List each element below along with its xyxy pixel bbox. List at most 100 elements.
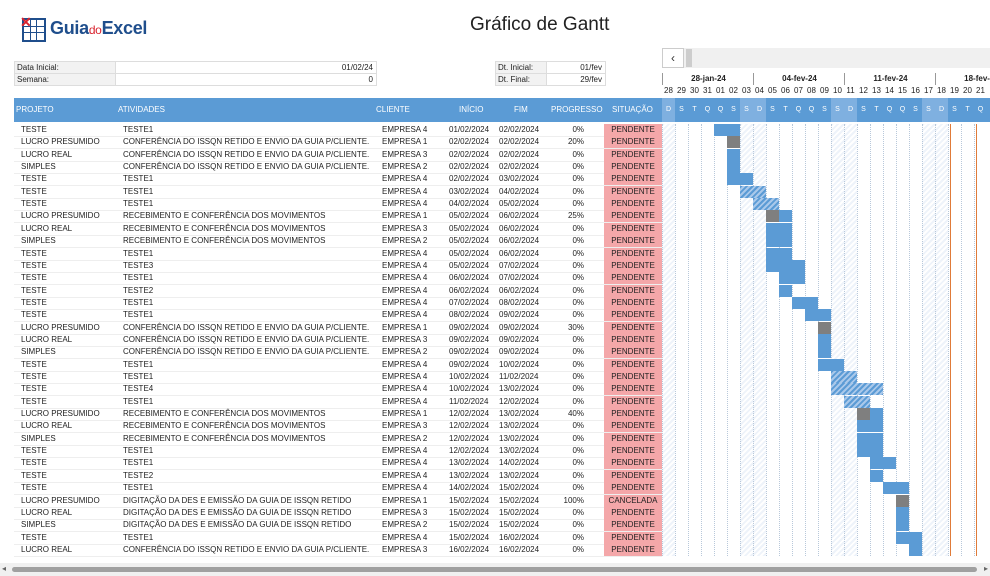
gantt-bar[interactable]: [727, 173, 753, 186]
table-row[interactable]: TESTE TESTE1 EMPRESA 4 07/02/2024 08/02/2024…: [14, 296, 662, 310]
gantt-bar[interactable]: [857, 445, 883, 458]
cell-situacao: PENDENTE: [604, 235, 662, 248]
cell-inicio: 12/02/2024: [449, 421, 490, 431]
gantt-bar[interactable]: [766, 222, 792, 235]
table-row[interactable]: SIMPLES CONFERÊNCIA DO ISSQN RETIDO E ENV…: [14, 161, 662, 175]
table-row[interactable]: TESTE TESTE1 EMPRESA 4 14/02/2024 15/02/2024…: [14, 482, 662, 496]
day-letter: S: [831, 98, 844, 122]
cell-progresso: 0%: [572, 446, 584, 456]
gantt-bar[interactable]: [766, 235, 792, 248]
gantt-bar[interactable]: [740, 185, 766, 198]
cell-projeto: TESTE: [21, 470, 47, 480]
horizontal-scroll-thumb[interactable]: [12, 567, 977, 572]
semana-label: Semana:: [14, 72, 116, 86]
gantt-bar[interactable]: [779, 272, 805, 285]
cell-atividade: RECEBIMENTO E CONFERÊNCIA DOS MOVIMENTOS: [123, 211, 326, 221]
table-row[interactable]: TESTE TESTE1 EMPRESA 4 15/02/2024 16/02/2024…: [14, 531, 662, 545]
cell-progresso: 0%: [572, 470, 584, 480]
table-row[interactable]: SIMPLES RECEBIMENTO E CONFERÊNCIA DOS MOV…: [14, 432, 662, 446]
gantt-bar[interactable]: [818, 333, 831, 346]
cell-projeto: SIMPLES: [21, 236, 56, 246]
table-row[interactable]: LUCRO PRESUMIDO DIGITAÇÃO DA DES E EMISSÃ…: [14, 494, 662, 508]
gantt-bar[interactable]: [727, 161, 740, 174]
cell-cliente: EMPRESA 4: [382, 396, 428, 406]
cell-progresso: 0%: [572, 149, 584, 159]
gantt-bar[interactable]: [753, 198, 779, 211]
gantt-bar[interactable]: [896, 531, 922, 544]
cell-atividade: TESTE4: [123, 384, 154, 394]
gantt-bar[interactable]: [870, 469, 883, 482]
table-row[interactable]: LUCRO PRESUMIDO CONFERÊNCIA DO ISSQN RETI…: [14, 136, 662, 150]
gantt-bar[interactable]: [818, 346, 831, 359]
gantt-bar[interactable]: [896, 519, 909, 532]
gantt-bar[interactable]: [844, 395, 870, 408]
cell-situacao: PENDENTE: [604, 506, 662, 519]
scroll-right-icon[interactable]: ▸: [984, 564, 988, 573]
table-row[interactable]: TESTE TESTE1 EMPRESA 4 11/02/2024 12/02/2024…: [14, 395, 662, 409]
gantt-bar[interactable]: [883, 482, 909, 495]
table-row[interactable]: TESTE TESTE3 EMPRESA 4 05/02/2024 07/02/2024…: [14, 259, 662, 273]
gantt-bar[interactable]: [896, 506, 909, 519]
gridline: [844, 124, 845, 556]
gridline: [662, 124, 663, 556]
table-row[interactable]: LUCRO PRESUMIDO RECEBIMENTO E CONFERÊNCIA…: [14, 210, 662, 224]
table-row[interactable]: LUCRO PRESUMIDO RECEBIMENTO E CONFERÊNCIA…: [14, 408, 662, 422]
table-row[interactable]: TESTE TESTE1 EMPRESA 4 04/02/2024 05/02/2024…: [14, 198, 662, 212]
cell-situacao: PENDENTE: [604, 321, 662, 334]
table-row[interactable]: TESTE TESTE1 EMPRESA 4 10/02/2024 11/02/2024…: [14, 371, 662, 384]
table-row[interactable]: TESTE TESTE1 EMPRESA 4 02/02/2024 03/02/2024…: [14, 173, 662, 187]
table-row[interactable]: TESTE TESTE1 EMPRESA 4 09/02/2024 10/02/2024…: [14, 358, 662, 372]
gantt-bar[interactable]: [857, 420, 883, 433]
table-row[interactable]: TESTE TESTE1 EMPRESA 4 12/02/2024 13/02/2024…: [14, 445, 662, 459]
horizontal-scrollbar[interactable]: ◂ ▸: [0, 563, 990, 576]
table-row[interactable]: TESTE TESTE2 EMPRESA 4 13/02/2024 13/02/2024…: [14, 469, 662, 483]
gantt-bar[interactable]: [818, 358, 844, 371]
table-row[interactable]: TESTE TESTE2 EMPRESA 4 06/02/2024 06/02/2024…: [14, 284, 662, 298]
gantt-bar[interactable]: [831, 371, 857, 383]
table-row[interactable]: SIMPLES DIGITAÇÃO DA DES E EMISSÃO DA GUI…: [14, 519, 662, 533]
gantt-bar[interactable]: [805, 309, 831, 322]
cell-progresso: 0%: [572, 273, 584, 283]
gantt-bar[interactable]: [909, 543, 922, 556]
table-row[interactable]: TESTE TESTE1 EMPRESA 4 01/02/2024 02/02/2024…: [14, 124, 662, 137]
day-number: 28: [664, 86, 673, 95]
table-row[interactable]: TESTE TESTE1 EMPRESA 4 06/02/2024 07/02/2024…: [14, 272, 662, 286]
day-number: 06: [781, 86, 790, 95]
cell-atividade: TESTE1: [123, 372, 154, 381]
table-row[interactable]: SIMPLES CONFERÊNCIA DO ISSQN RETIDO E ENV…: [14, 346, 662, 360]
gantt-bar[interactable]: [831, 383, 883, 396]
table-row[interactable]: TESTE TESTE4 EMPRESA 4 10/02/2024 13/02/2024…: [14, 383, 662, 397]
gantt-bar[interactable]: [766, 259, 805, 272]
timeline-scrollbar[interactable]: ‹: [662, 48, 990, 68]
gantt-bar[interactable]: [727, 148, 740, 161]
table-row[interactable]: LUCRO REAL CONFERÊNCIA DO ISSQN RETIDO E …: [14, 543, 662, 557]
cell-progresso: 0%: [572, 347, 584, 357]
table-row[interactable]: TESTE TESTE1 EMPRESA 4 08/02/2024 09/02/2024…: [14, 309, 662, 323]
table-row[interactable]: SIMPLES RECEBIMENTO E CONFERÊNCIA DOS MOV…: [14, 235, 662, 249]
table-row[interactable]: LUCRO REAL RECEBIMENTO E CONFERÊNCIA DOS …: [14, 222, 662, 236]
table-row[interactable]: LUCRO REAL CONFERÊNCIA DO ISSQN RETIDO E …: [14, 148, 662, 162]
table-row[interactable]: TESTE TESTE1 EMPRESA 4 13/02/2024 14/02/2024…: [14, 457, 662, 471]
table-row[interactable]: LUCRO REAL DIGITAÇÃO DA DES E EMISSÃO DA …: [14, 506, 662, 520]
cell-fim: 15/02/2024: [499, 520, 540, 530]
scroll-left-icon[interactable]: ◂: [2, 564, 6, 573]
cell-fim: 08/02/2024: [499, 297, 540, 307]
gantt-bar[interactable]: [779, 284, 792, 297]
day-number: 10: [833, 86, 842, 95]
chevron-left-icon[interactable]: ‹: [662, 48, 684, 68]
table-row[interactable]: LUCRO PRESUMIDO CONFERÊNCIA DO ISSQN RETI…: [14, 321, 662, 335]
day-letter: S: [740, 98, 753, 122]
gantt-bar[interactable]: [792, 296, 818, 309]
timeline-scroll-thumb[interactable]: [686, 49, 692, 67]
table-row[interactable]: LUCRO REAL RECEBIMENTO E CONFERÊNCIA DOS …: [14, 420, 662, 434]
gantt-bar[interactable]: [714, 124, 740, 136]
gantt-bar[interactable]: [857, 432, 883, 445]
cell-projeto: TESTE: [21, 248, 47, 258]
table-row[interactable]: TESTE TESTE1 EMPRESA 4 03/02/2024 04/02/2024…: [14, 185, 662, 199]
gantt-bar[interactable]: [766, 247, 792, 260]
semana-value[interactable]: 0: [116, 72, 377, 86]
table-row[interactable]: TESTE TESTE1 EMPRESA 4 05/02/2024 06/02/2024…: [14, 247, 662, 261]
cell-projeto: TESTE: [21, 310, 47, 320]
gantt-bar[interactable]: [870, 457, 896, 470]
table-row[interactable]: LUCRO REAL CONFERÊNCIA DO ISSQN RETIDO E …: [14, 333, 662, 347]
